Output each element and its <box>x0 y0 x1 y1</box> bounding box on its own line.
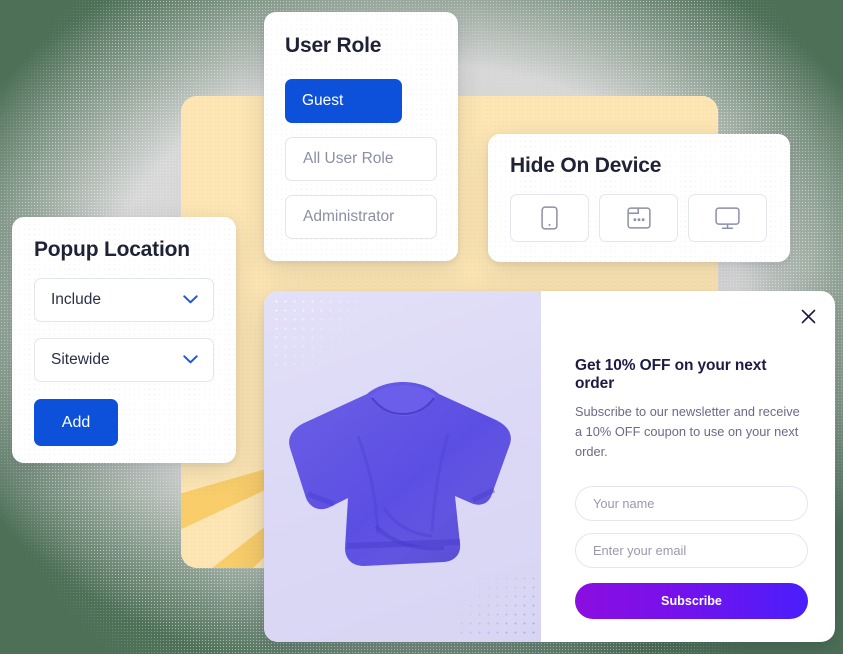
popup-headline: Get 10% OFF on your next order <box>575 357 767 392</box>
add-location-button[interactable]: Add <box>34 399 118 446</box>
popup-email-input[interactable]: Enter your email <box>575 533 808 569</box>
user-role-option-label: Administrator <box>303 208 395 225</box>
device-toggle-mobile[interactable] <box>510 194 589 242</box>
hide-on-device-title: Hide On Device <box>510 154 662 177</box>
popup-location-title: Popup Location <box>34 238 190 261</box>
popup-location-scope-value: Sitewide <box>51 351 110 368</box>
user-role-title: User Role <box>285 34 382 57</box>
close-icon[interactable] <box>795 303 821 329</box>
popup-subscribe-button[interactable]: Subscribe <box>575 583 808 620</box>
user-role-option-label: Guest <box>302 92 344 109</box>
newsletter-popup: Get 10% OFF on your next order Subscribe… <box>264 291 835 642</box>
hide-on-device-card: Hide On Device <box>488 134 790 262</box>
mobile-icon <box>541 206 558 230</box>
tablet-icon <box>626 207 651 229</box>
popup-subtext: Subscribe to our newsletter and receive … <box>575 404 800 459</box>
screenshot-canvas: User Role Guest All User Role Administra… <box>0 0 843 654</box>
device-toggle-tablet[interactable] <box>599 194 678 242</box>
popup-location-rule-value: Include <box>51 291 101 308</box>
popup-location-scope-select[interactable]: Sitewide <box>34 338 214 382</box>
popup-product-image <box>264 291 541 642</box>
sweatshirt-illustration <box>289 382 511 566</box>
user-role-option-guest[interactable]: Guest <box>285 79 402 123</box>
popup-content: Get 10% OFF on your next order Subscribe… <box>541 291 835 642</box>
popup-email-placeholder: Enter your email <box>593 543 687 559</box>
device-toggle-row <box>510 194 790 242</box>
popup-name-placeholder: Your name <box>593 496 655 512</box>
user-role-card: User Role Guest All User Role Administra… <box>264 12 458 261</box>
user-role-option-all[interactable]: All User Role <box>285 137 437 181</box>
decorative-dots-top-left <box>272 297 358 367</box>
decorative-dots-bottom-right <box>457 574 535 638</box>
popup-location-rule-select[interactable]: Include <box>34 278 214 322</box>
chevron-down-icon <box>183 351 198 369</box>
user-role-option-administrator[interactable]: Administrator <box>285 195 437 239</box>
user-role-option-label: All User Role <box>303 150 394 167</box>
popup-location-card: Popup Location Include Sitewide Add <box>12 217 236 463</box>
popup-name-input[interactable]: Your name <box>575 486 808 522</box>
desktop-icon <box>715 206 740 230</box>
device-toggle-desktop[interactable] <box>688 194 767 242</box>
chevron-down-icon <box>183 291 198 309</box>
